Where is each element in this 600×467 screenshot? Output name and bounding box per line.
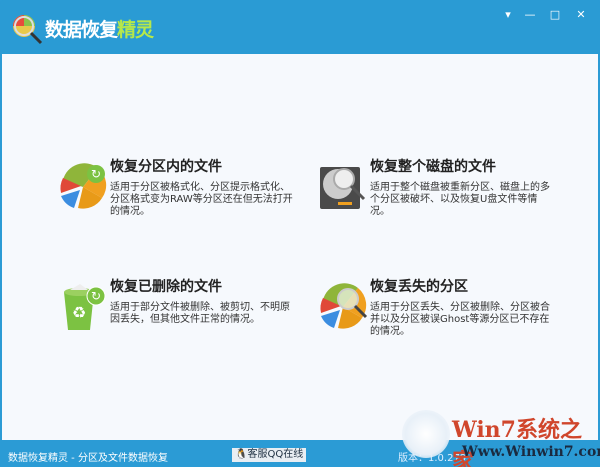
svg-text:♻: ♻ (72, 303, 86, 322)
recover-lost-partition-option[interactable]: 恢复丢失的分区 适用于分区丢失、分区被删除、分区被合并以及分区被误Ghost等源… (318, 274, 568, 354)
option-title[interactable]: 恢复分区内的文件 (110, 156, 222, 176)
option-title[interactable]: 恢复已删除的文件 (110, 276, 222, 296)
qq-support-button[interactable]: 🐧客服QQ在线 (232, 448, 307, 462)
app-window: 数据恢复精灵 ▾ — □ ✕ ↻ 恢复分区内的文件 适用于分区被格式化、分区提示… (0, 0, 600, 467)
qq-penguin-icon: 🐧 (235, 449, 248, 460)
app-logo-icon (13, 15, 43, 45)
main-panel: ↻ 恢复分区内的文件 适用于分区被格式化、分区提示格式化、分区格式变为RAW等分… (2, 54, 598, 440)
qq-support-label: 客服QQ在线 (247, 449, 304, 460)
option-description: 适用于部分文件被删除、被剪切、不明原因丢失，但其他文件正常的情况。 (110, 302, 290, 325)
option-description: 适用于整个磁盘被重新分区、磁盘上的多个分区被破坏、以及恢复U盘文件等情况。 (370, 182, 550, 217)
recycle-bin-icon: ♻ ↻ (64, 284, 106, 330)
title-bar: 数据恢复精灵 ▾ — □ ✕ (0, 0, 600, 54)
status-text: 数据恢复精灵 - 分区及文件数据恢复 (8, 453, 168, 464)
option-description: 适用于分区被格式化、分区提示格式化、分区格式变为RAW等分区还在但无法打开的情况… (110, 182, 293, 217)
option-title[interactable]: 恢复整个磁盘的文件 (370, 156, 496, 176)
minimize-button[interactable]: — (522, 8, 538, 21)
version-text: 版本：1.0.279 (398, 453, 467, 464)
maximize-button[interactable]: □ (547, 8, 563, 21)
recover-disk-files-option[interactable]: 恢复整个磁盘的文件 适用于整个磁盘被重新分区、磁盘上的多个分区被破坏、以及恢复U… (318, 154, 568, 234)
app-title-main: 数据恢复 (45, 19, 118, 41)
pie-recover-icon: ↻ (60, 163, 107, 209)
app-title: 数据恢复精灵 (45, 15, 154, 42)
recover-partition-files-option[interactable]: ↻ 恢复分区内的文件 适用于分区被格式化、分区提示格式化、分区格式变为RAW等分… (58, 154, 308, 234)
menu-button[interactable]: ▾ (500, 8, 516, 21)
svg-text:↻: ↻ (91, 289, 101, 303)
svg-text:↻: ↻ (91, 167, 101, 181)
app-title-accent: 精灵 (117, 19, 154, 41)
pie-search-icon (320, 283, 368, 329)
status-bar: 数据恢复精灵 - 分区及文件数据恢复 🐧客服QQ在线 版本：1.0.279 (0, 441, 600, 467)
recover-deleted-files-option[interactable]: ♻ ↻ 恢复已删除的文件 适用于部分文件被删除、被剪切、不明原因丢失，但其他文件… (58, 274, 308, 354)
option-description: 适用于分区丢失、分区被删除、分区被合并以及分区被误Ghost等源分区已不存在的情… (370, 302, 550, 337)
hard-disk-icon (320, 167, 366, 209)
option-title[interactable]: 恢复丢失的分区 (370, 276, 468, 296)
close-button[interactable]: ✕ (573, 8, 589, 21)
